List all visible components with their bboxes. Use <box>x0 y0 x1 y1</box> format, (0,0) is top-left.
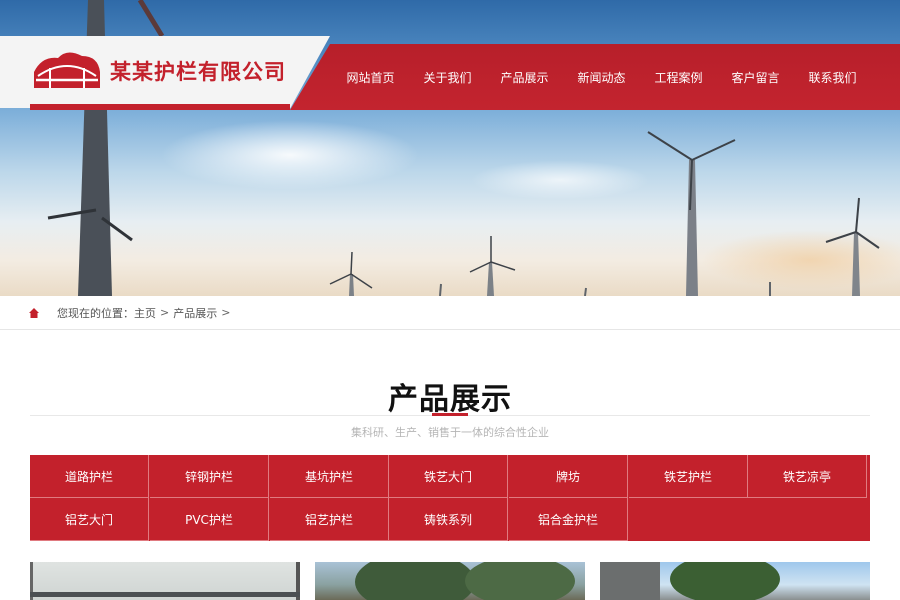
thumbnail-building <box>600 562 660 600</box>
thumbnail-gate-bar <box>30 592 300 597</box>
bridge-logo-icon[interactable] <box>32 50 102 90</box>
nav-item-messages[interactable]: 客户留言 <box>717 69 794 86</box>
thumbnail-tree <box>670 562 780 600</box>
hero-banner: 某某护栏有限公司 网站首页 关于我们 产品展示 新闻动态 工程案例 客户留言 联… <box>0 0 900 296</box>
product-thumbnail[interactable] <box>30 562 300 600</box>
category-zinc-steel-guardrail[interactable]: 锌钢护栏 <box>150 455 269 498</box>
breadcrumb-separator: > <box>160 306 170 319</box>
category-aluminum-alloy-guardrail[interactable]: 铝合金护栏 <box>509 498 628 541</box>
section-title: 产品展示 <box>388 382 512 417</box>
thumbnail-tree <box>355 562 475 600</box>
section-subtitle: 集科研、生产、销售于一体的综合性企业 <box>351 426 549 439</box>
nav-item-cases[interactable]: 工程案例 <box>640 69 717 86</box>
thumbnail-tree <box>465 562 575 600</box>
category-archway[interactable]: 牌坊 <box>509 455 628 498</box>
category-pit-guardrail[interactable]: 基坑护栏 <box>270 455 389 498</box>
company-name[interactable]: 某某护栏有限公司 <box>110 56 286 86</box>
nav-item-home[interactable]: 网站首页 <box>332 69 409 86</box>
home-icon[interactable] <box>29 307 39 318</box>
breadcrumb-current-link[interactable]: 产品展示 <box>173 305 217 321</box>
category-iron-pavilion[interactable]: 铁艺凉亭 <box>748 455 867 498</box>
category-grid: 道路护栏 锌钢护栏 基坑护栏 铁艺大门 牌坊 铁艺护栏 铁艺凉亭 铝艺大门 PV… <box>30 455 870 541</box>
category-road-guardrail[interactable]: 道路护栏 <box>30 455 149 498</box>
nav-item-products[interactable]: 产品展示 <box>486 69 563 86</box>
category-pvc-guardrail[interactable]: PVC护栏 <box>150 498 269 541</box>
logo-underline <box>30 104 290 110</box>
breadcrumb: 您现在的位置： 主页 > 产品展示 > <box>0 296 900 330</box>
product-thumbnail[interactable] <box>315 562 585 600</box>
breadcrumb-separator: > <box>221 306 231 319</box>
category-cast-iron-series[interactable]: 铸铁系列 <box>389 498 508 541</box>
nav-item-contact[interactable]: 联系我们 <box>794 69 871 86</box>
category-iron-guardrail[interactable]: 铁艺护栏 <box>629 455 748 498</box>
category-aluminum-guardrail[interactable]: 铝艺护栏 <box>270 498 389 541</box>
category-iron-gate[interactable]: 铁艺大门 <box>389 455 508 498</box>
product-thumbnail[interactable] <box>600 562 870 600</box>
nav-item-news[interactable]: 新闻动态 <box>563 69 640 86</box>
nav-item-about[interactable]: 关于我们 <box>409 69 486 86</box>
main-nav: 网站首页 关于我们 产品展示 新闻动态 工程案例 客户留言 联系我们 <box>332 44 871 110</box>
category-aluminum-gate[interactable]: 铝艺大门 <box>30 498 149 541</box>
breadcrumb-prefix: 您现在的位置： <box>57 306 134 320</box>
breadcrumb-home-link[interactable]: 主页 <box>134 305 156 321</box>
section-title-underline <box>432 413 468 416</box>
